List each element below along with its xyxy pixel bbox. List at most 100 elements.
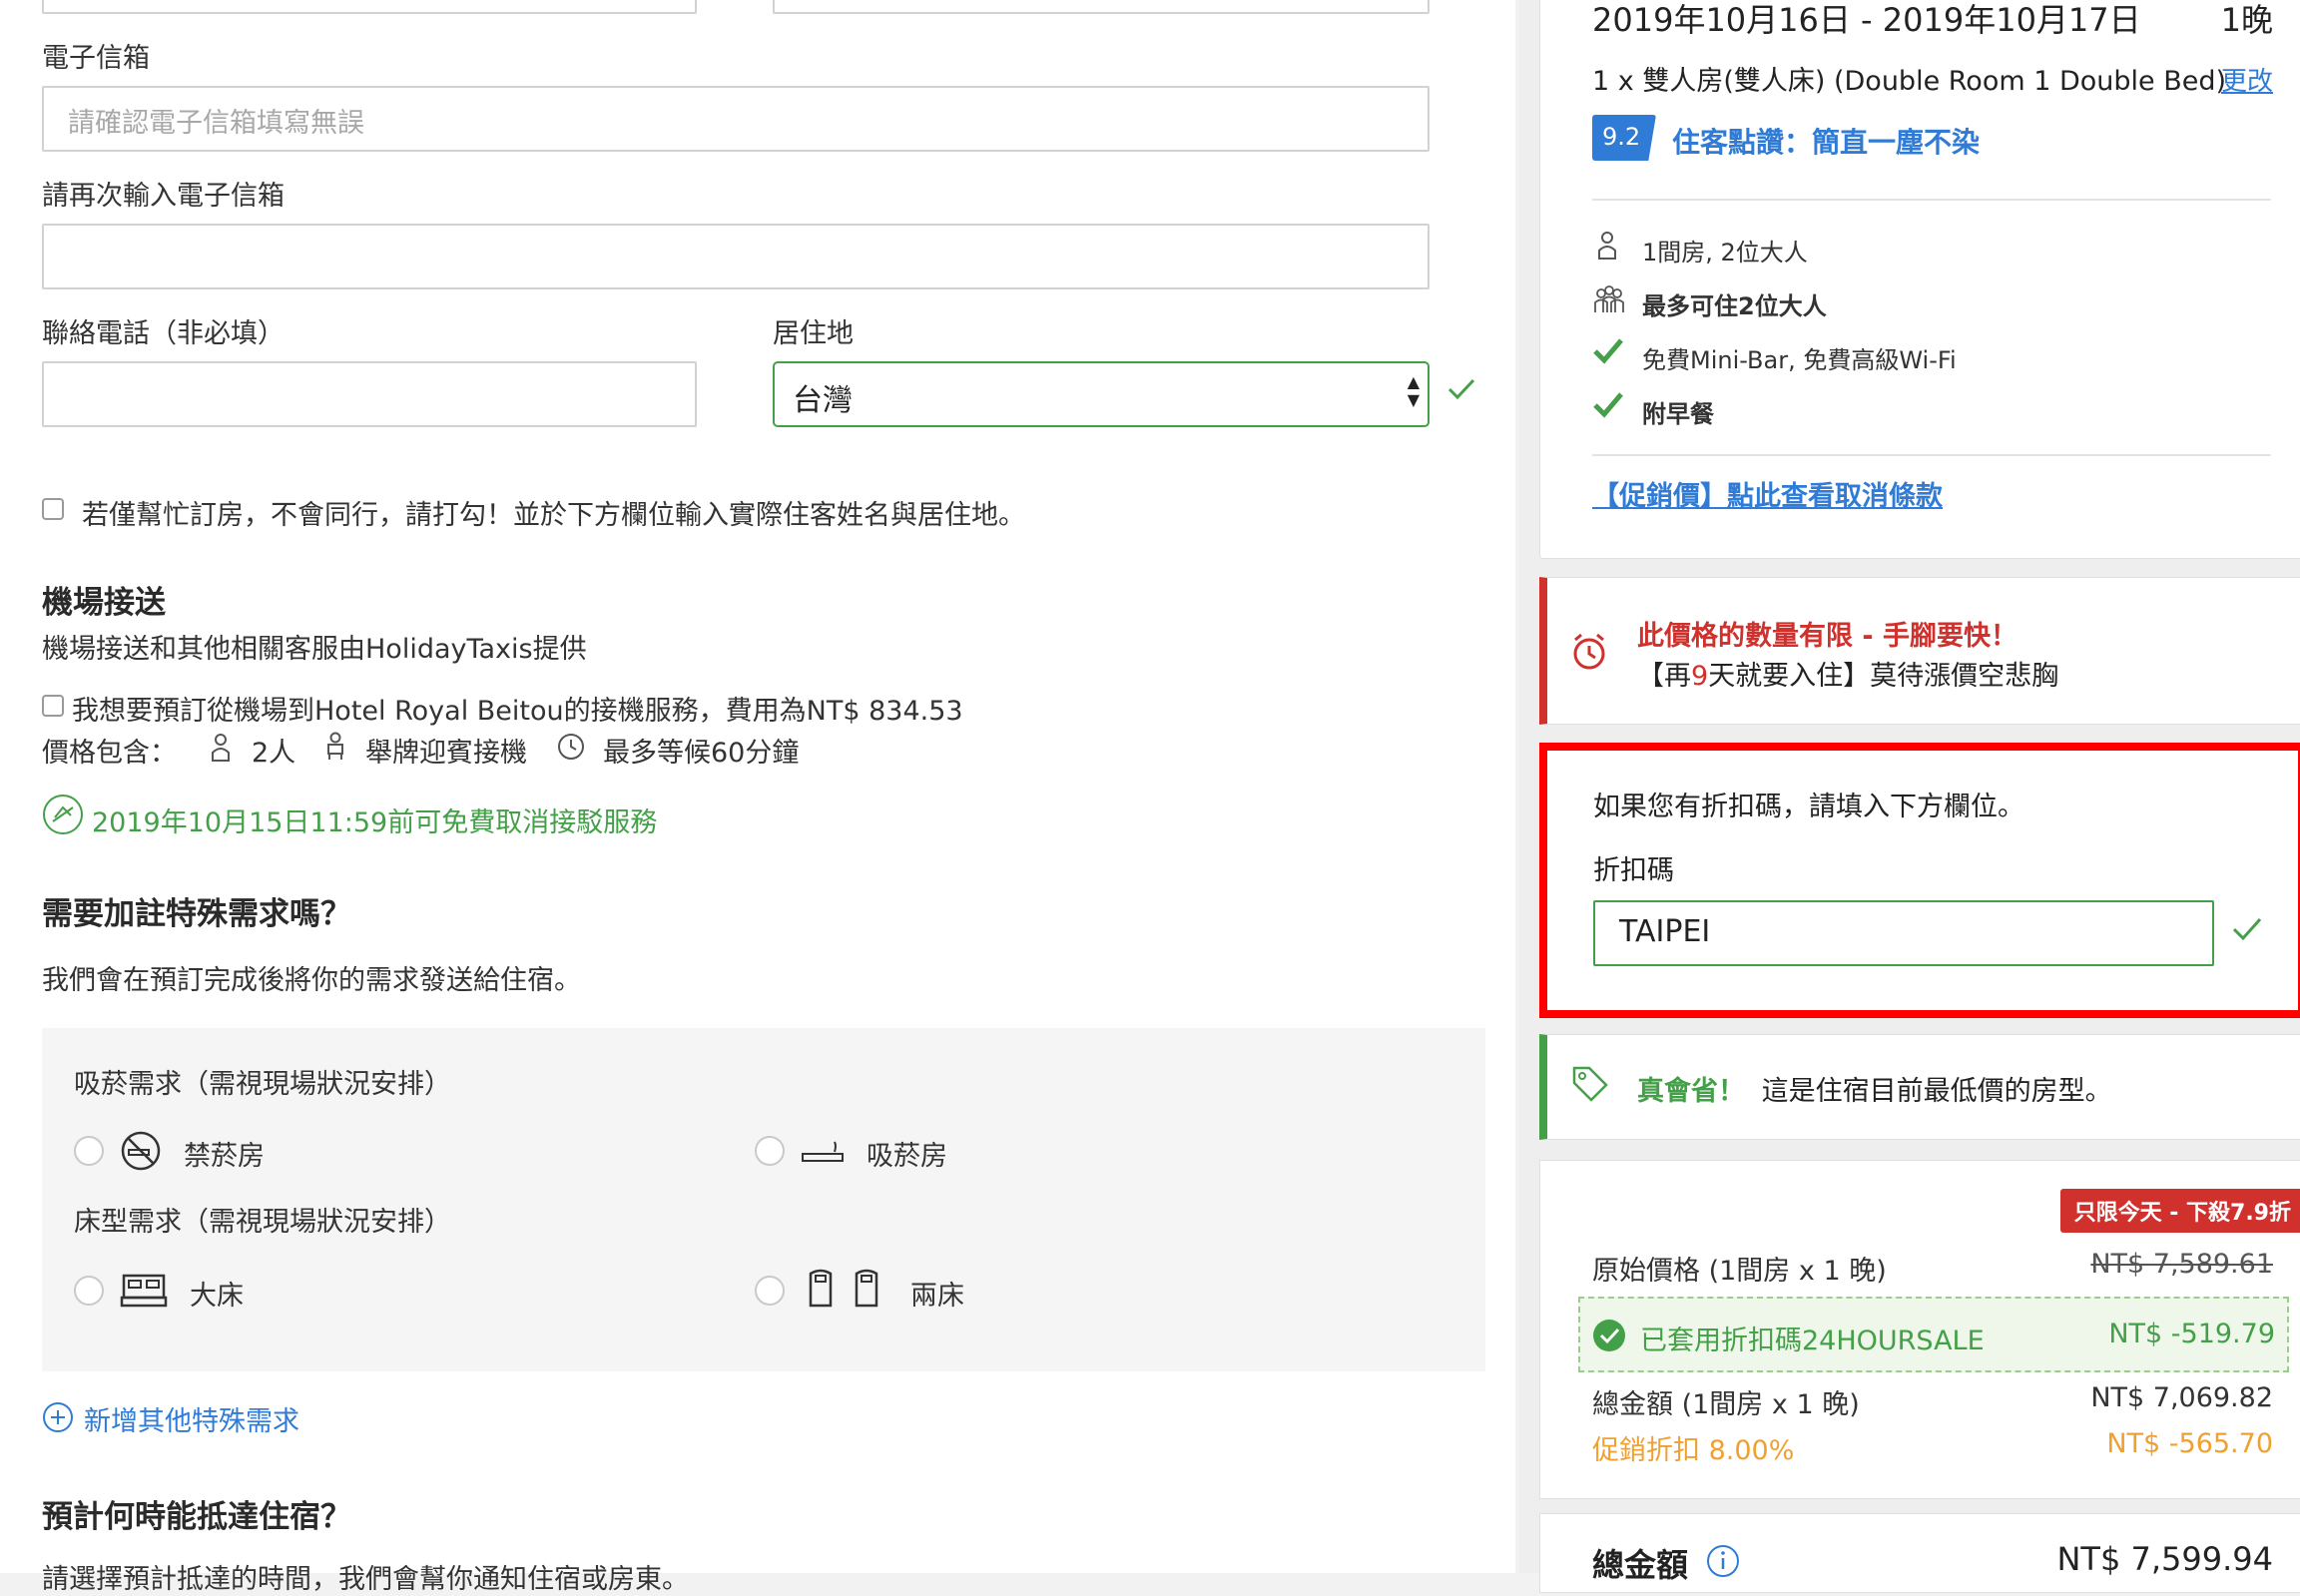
coupon-check-icon xyxy=(1593,1320,1625,1351)
arrival-title: 預計何時能抵達住宿？ xyxy=(42,1499,351,1535)
arrival-desc: 請選擇預計抵達的時間，我們會幫你通知住宿或房東。 xyxy=(42,1564,689,1595)
deal-text: 真會省！ 這是住宿目前最低價的房型。 xyxy=(1637,1069,2112,1108)
smoking-title: 吸菸需求（需視現場狀況安排） xyxy=(74,1069,451,1100)
phone-label: 聯絡電話（非必填） xyxy=(42,318,285,349)
airport-pickup-checkbox[interactable] xyxy=(42,695,64,717)
promo-label: 折扣碼 xyxy=(1593,855,1674,886)
promo-code-input[interactable]: TAIPEI xyxy=(1593,900,2214,966)
big-bed-label: 大床 xyxy=(190,1281,244,1312)
stay-nights: 1晚 xyxy=(2220,1,2273,39)
cigarette-icon xyxy=(802,1141,844,1162)
original-price-label: 原始價格 (1間房 x 1 晚) xyxy=(1592,1256,1887,1287)
review-score-badge: 9.2 xyxy=(1592,115,1656,161)
urgency-card: 此價格的數量有限 - 手腳要快！ 【再9天就要入住】莫待漲價空悲胸 xyxy=(1539,577,2300,725)
smoking-radio[interactable] xyxy=(755,1136,785,1166)
residence-value: 台灣 xyxy=(793,383,853,418)
free-cancel-text: 2019年10月15日11:59前可免費取消接駁服務 xyxy=(92,807,658,838)
total-label: 總金額 xyxy=(1592,1546,1689,1584)
booking-sidebar: 2019年10月16日 - 2019年10月17日 1晚 1 x 雙人房(雙人床… xyxy=(1519,0,2300,1593)
includes-wait-time: 最多等候60分鐘 xyxy=(603,738,800,769)
promo-discount-label: 促銷折扣 8.00% xyxy=(1592,1435,1795,1466)
no-smoking-icon xyxy=(121,1131,161,1171)
email-confirm-label: 請再次輸入電子信箱 xyxy=(42,181,285,212)
twin-beds-icon xyxy=(809,1269,878,1308)
check-icon xyxy=(1593,392,1623,418)
special-requests-panel: 吸菸需求（需視現場狀況安排） 禁菸房 吸菸房 床型需求（需視現場狀況安排） 大床… xyxy=(42,1028,1485,1371)
twin-bed-label: 兩床 xyxy=(910,1281,964,1312)
free-cancel-icon xyxy=(43,795,83,834)
urgency-text-prefix: 【再 xyxy=(1637,661,1691,692)
urgency-days: 9 xyxy=(1691,661,1709,692)
twin-bed-radio[interactable] xyxy=(755,1276,785,1306)
residence-select[interactable]: 台灣 ▲ ▼ xyxy=(773,361,1430,427)
non-smoking-label: 禁菸房 xyxy=(184,1141,265,1172)
cancellation-policy-link[interactable]: 【促銷價】點此查看取消條款 xyxy=(1592,474,1943,513)
alarm-clock-icon xyxy=(1573,633,1605,670)
rooms-guests: 1間房, 2位大人 xyxy=(1642,239,1808,266)
email-confirm-input[interactable] xyxy=(42,224,1430,289)
big-bed-radio[interactable] xyxy=(74,1276,104,1306)
includes-meet-greet: 舉牌迎賓接機 xyxy=(365,738,527,769)
price-includes-label: 價格包含： xyxy=(42,738,177,769)
special-requests-title: 需要加註特殊需求嗎？ xyxy=(42,896,351,932)
bed-title: 床型需求（需視現場狀況安排） xyxy=(74,1207,451,1238)
promo-code-card: 如果您有折扣碼，請填入下方欄位。 折扣碼 TAIPEI xyxy=(1539,743,2300,1018)
promo-intro: 如果您有折扣碼，請填入下方欄位。 xyxy=(1593,792,2024,822)
smoking-label: 吸菸房 xyxy=(866,1141,947,1172)
urgency-text-suffix: 天就要入住】莫待漲價空悲胸 xyxy=(1708,661,2059,692)
total-card: 總金額 NT$ 7,599.94 xyxy=(1539,1513,2300,1593)
max-occupancy: 最多可住2位大人 xyxy=(1642,292,1827,320)
applied-coupon-row: 已套用折扣碼24HOURSALE NT$ -519.79 xyxy=(1578,1297,2289,1372)
coupon-label: 已套用折扣碼24HOURSALE xyxy=(1640,1326,1985,1356)
change-room-link[interactable]: 更改 xyxy=(2221,61,2273,98)
airport-provider: 機場接送和其他相關客服由HolidayTaxis提供 xyxy=(42,634,587,665)
email-input[interactable]: 請確認電子信箱填寫無誤 xyxy=(42,86,1430,152)
booking-summary-card: 2019年10月16日 - 2019年10月17日 1晚 1 x 雙人房(雙人床… xyxy=(1539,0,2300,559)
sale-badge: 只限今天 - 下殺7.9折 xyxy=(2059,1189,2300,1233)
proxy-booking-checkbox[interactable] xyxy=(42,498,64,520)
select-arrows-icon: ▲ ▼ xyxy=(1407,372,1420,409)
phone-input[interactable] xyxy=(42,361,697,427)
special-requests-desc: 我們會在預訂完成後將你的需求發送給住宿。 xyxy=(42,965,581,996)
deal-description: 這是住宿目前最低價的房型。 xyxy=(1761,1076,2112,1107)
review-summary: 住客點讚：簡直一塵不染 xyxy=(1672,126,1981,159)
residence-label: 居住地 xyxy=(773,318,854,349)
review-score: 9.2 xyxy=(1602,123,1641,151)
check-icon xyxy=(1593,338,1623,364)
proxy-booking-label: 若僅幫忙訂房，不會同行，請打勾！並於下方欄位輸入實際住客姓名與居住地。 xyxy=(82,500,1025,531)
guest-icon xyxy=(1598,232,1616,260)
lowest-price-card: 真會省！ 這是住宿目前最低價的房型。 xyxy=(1539,1034,2300,1140)
add-special-request-label: 新增其他特殊需求 xyxy=(84,1406,299,1437)
subtotal-value: NT$ 7,069.82 xyxy=(2090,1382,2273,1413)
promo-code-value: TAIPEI xyxy=(1619,914,1711,949)
total-value: NT$ 7,599.94 xyxy=(2056,1540,2273,1578)
urgency-title: 此價格的數量有限 - 手腳要快！ xyxy=(1637,621,2018,652)
includes-persons: 2人 xyxy=(252,738,296,769)
divider xyxy=(1592,199,2271,201)
price-tag-icon xyxy=(1572,1066,1608,1102)
person-icon xyxy=(212,734,230,762)
plus-circle-icon xyxy=(43,1402,73,1432)
clock-icon xyxy=(558,734,584,760)
amenities: 免費Mini-Bar, 免費高級Wi-Fi xyxy=(1642,346,1957,374)
price-breakdown-card: 只限今天 - 下殺7.9折 原始價格 (1間房 x 1 晚) NT$ 7,589… xyxy=(1539,1160,2300,1499)
airport-transfer-title: 機場接送 xyxy=(42,585,166,621)
promo-valid-check-icon xyxy=(2232,917,2262,941)
subtotal-label: 總金額 (1間房 x 1 晚) xyxy=(1592,1389,1860,1420)
non-smoking-radio[interactable] xyxy=(74,1136,104,1166)
email-label: 電子信箱 xyxy=(42,43,150,74)
promo-discount-value: NT$ -565.70 xyxy=(2106,1428,2273,1459)
sign-holder-icon xyxy=(327,732,343,760)
group-icon xyxy=(1594,285,1624,312)
urgency-text: 【再9天就要入住】莫待漲價空悲胸 xyxy=(1637,654,2058,693)
breakfast-included: 附早餐 xyxy=(1642,400,1714,428)
last-name-input[interactable] xyxy=(773,0,1430,14)
first-name-input[interactable] xyxy=(42,0,697,14)
deal-highlight: 真會省！ xyxy=(1637,1076,1745,1107)
residence-valid-check-icon xyxy=(1447,378,1475,400)
double-bed-icon xyxy=(120,1274,168,1308)
airport-pickup-label: 我想要預訂從機場到Hotel Royal Beitou的接機服務，費用為NT$ … xyxy=(72,696,963,727)
coupon-value: NT$ -519.79 xyxy=(2108,1319,2275,1349)
divider xyxy=(1592,454,2271,456)
email-placeholder: 請確認電子信箱填寫無誤 xyxy=(68,108,364,139)
